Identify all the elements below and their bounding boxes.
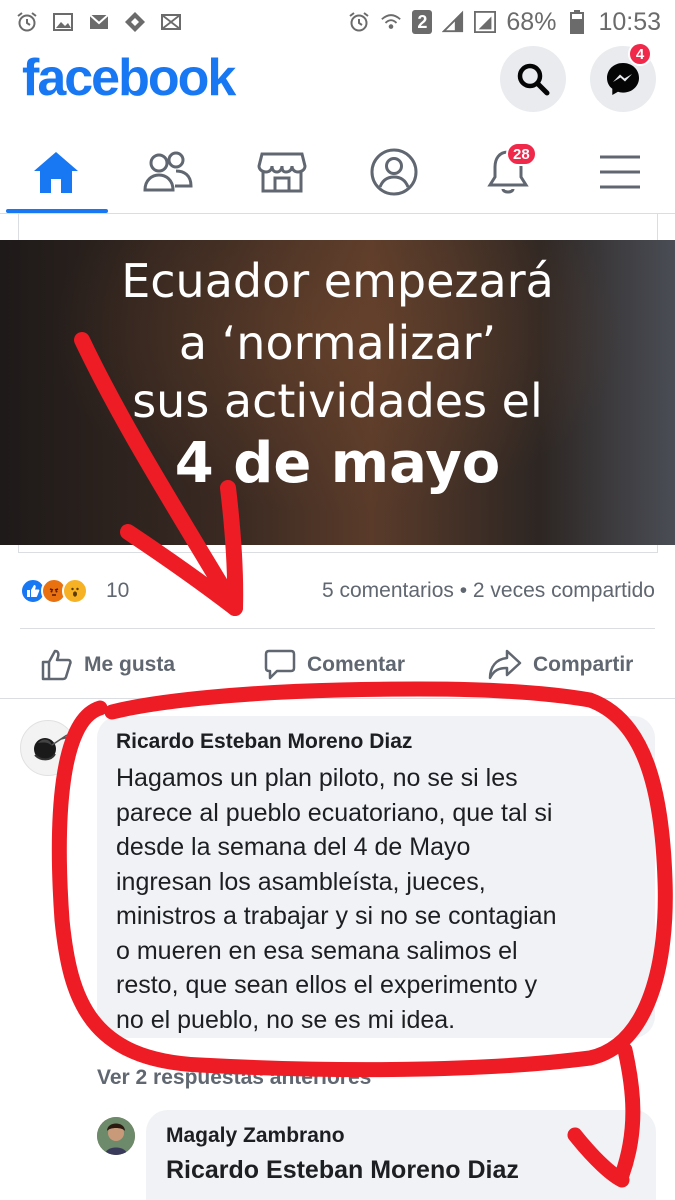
email-icon (160, 11, 182, 33)
share-icon (488, 649, 522, 680)
active-tab-indicator (6, 209, 108, 213)
clock: 10:53 (598, 7, 661, 36)
comment-text: Hagamos un plan piloto, no se si les par… (116, 764, 557, 1034)
alarm-icon (16, 11, 38, 33)
search-button[interactable] (500, 46, 566, 112)
avatar[interactable] (20, 720, 76, 776)
view-previous-replies-link[interactable]: Ver 2 respuestas anteriores (97, 1066, 371, 1090)
image-text-line-4: 4 de mayo (174, 431, 501, 496)
messenger-badge: 4 (628, 42, 652, 66)
reply-author[interactable]: Magaly Zambrano (166, 1124, 345, 1148)
share-label: Compartir (533, 653, 634, 676)
wow-reaction-icon (62, 578, 88, 604)
alarm-icon (348, 11, 370, 33)
signal-app-icon (124, 11, 146, 33)
battery-icon (566, 10, 588, 34)
tab-menu[interactable] (570, 130, 670, 214)
post-card-edge (18, 545, 658, 553)
gmail-icon (88, 11, 110, 33)
comment-author[interactable]: Ricardo Esteban Moreno Diaz (116, 730, 412, 754)
comments-shares-summary[interactable]: 5 comentarios • 2 veces compartido (322, 579, 655, 603)
reaction-count[interactable]: 10 (106, 579, 129, 603)
app-header: facebook 4 (0, 42, 675, 112)
messenger-button[interactable]: 4 (590, 42, 656, 112)
search-icon (517, 63, 550, 96)
image-text-line-1: Ecuador empezará (121, 254, 554, 308)
image-text-line-3: sus actividades el (132, 374, 543, 428)
post-image[interactable]: Ecuador empezará a ‘normalizar’ sus acti… (0, 240, 675, 545)
battery-percent: 68% (506, 7, 557, 36)
tab-marketplace[interactable] (232, 130, 332, 214)
tab-friends[interactable] (118, 130, 218, 214)
signal-bars-icon (442, 10, 464, 33)
status-left-icons (16, 11, 182, 33)
reply-mention[interactable]: Ricardo Esteban Moreno Diaz (166, 1156, 519, 1185)
tab-notifications[interactable]: 28 (458, 130, 558, 214)
profile-icon (370, 148, 418, 196)
like-button[interactable]: Me gusta (40, 648, 175, 682)
comment-button[interactable]: Comentar (263, 648, 405, 682)
wifi-icon (380, 11, 402, 33)
divider (20, 628, 655, 629)
marketplace-icon (257, 152, 307, 193)
home-icon (34, 152, 78, 193)
facebook-logo: facebook (22, 49, 236, 107)
reply-bubble[interactable]: Magaly Zambrano Ricardo Esteban Moreno D… (146, 1110, 656, 1200)
post-actions: Me gusta Comentar Compartir (0, 634, 675, 696)
status-bar: 2 68% 10:53 (0, 0, 675, 44)
sim-badge: 2 (412, 10, 433, 34)
status-right-icons: 2 68% 10:53 (348, 8, 661, 37)
notifications-badge: 28 (506, 142, 537, 166)
image-text-line-2: a ‘normalizar’ (178, 316, 497, 370)
share-button[interactable]: Compartir (487, 648, 633, 682)
reactions-row: 10 5 comentarios • 2 veces compartido (0, 570, 675, 612)
tab-profile[interactable] (344, 130, 444, 214)
signal-bars-icon (474, 11, 497, 33)
menu-icon (600, 155, 640, 189)
friends-icon (143, 151, 193, 192)
comment-label: Comentar (307, 653, 406, 676)
post-card-edge (18, 214, 658, 240)
like-label: Me gusta (84, 653, 176, 676)
divider (0, 698, 675, 699)
comment-icon (264, 649, 296, 680)
image-icon (52, 11, 74, 33)
main-nav: 28 (0, 130, 675, 214)
tab-home[interactable] (6, 130, 106, 214)
reaction-icons[interactable] (20, 578, 88, 604)
comment-bubble[interactable]: Ricardo Esteban Moreno Diaz Hagamos un p… (97, 716, 655, 1038)
thumbs-up-icon (41, 649, 72, 681)
avatar[interactable] (97, 1117, 135, 1155)
rose-icon (34, 734, 70, 761)
